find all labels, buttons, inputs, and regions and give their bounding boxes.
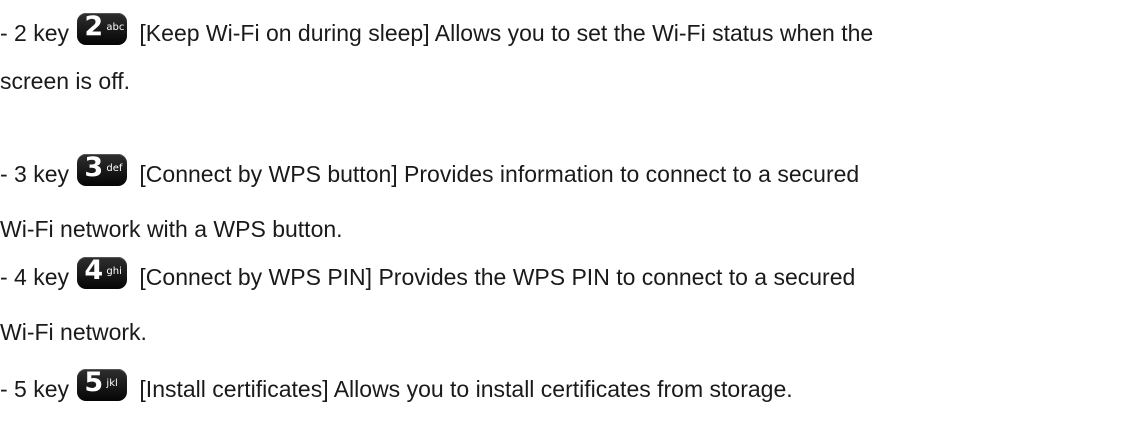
key-description: [Install certificates] Allows you to ins… [139,376,793,402]
key-description-continued: screen is off. [0,68,130,94]
list-item-line-1: - 2 key 2 abc [Keep Wi-Fi on during slee… [0,10,1141,57]
key-prefix: - 4 key [0,264,70,290]
list-item-key-2: - 2 key 2 abc [Keep Wi-Fi on during slee… [0,10,1141,105]
key-prefix: - 2 key [0,20,70,46]
key-prefix: - 5 key [0,376,70,402]
keypad-3-icon: 3 def [77,152,128,186]
list-item-line-1: - 3 key 3 def [Connect by WPS button] Pr… [0,151,1141,198]
keypad-5-icon: 5 jkl [77,367,128,401]
key-prefix: - 3 key [0,161,70,187]
list-item-line-1: - 5 key 5 jkl [Install certificates] All… [0,366,1141,413]
key-description: [Connect by WPS button] Provides informa… [139,161,860,187]
keypad-2-icon: 2 abc [77,11,128,45]
key-description: [Keep Wi-Fi on during sleep] Allows you … [139,20,874,46]
key-description: [Connect by WPS PIN] Provides the WPS PI… [139,264,856,290]
list-item-line-1: - 4 key 4 ghi [Connect by WPS PIN] Provi… [0,254,1141,301]
manual-key-list: - 2 key 2 abc [Keep Wi-Fi on during slee… [0,0,1141,441]
list-item-key-4: - 4 key 4 ghi [Connect by WPS PIN] Provi… [0,254,1141,356]
list-item-key-3: - 3 key 3 def [Connect by WPS button] Pr… [0,151,1141,253]
keypad-4-icon: 4 ghi [77,255,128,289]
list-item-key-5: - 5 key 5 jkl [Install certificates] All… [0,366,1141,413]
key-description-continued: Wi-Fi network. [0,319,147,345]
key-description-continued: Wi-Fi network with a WPS button. [0,216,343,242]
